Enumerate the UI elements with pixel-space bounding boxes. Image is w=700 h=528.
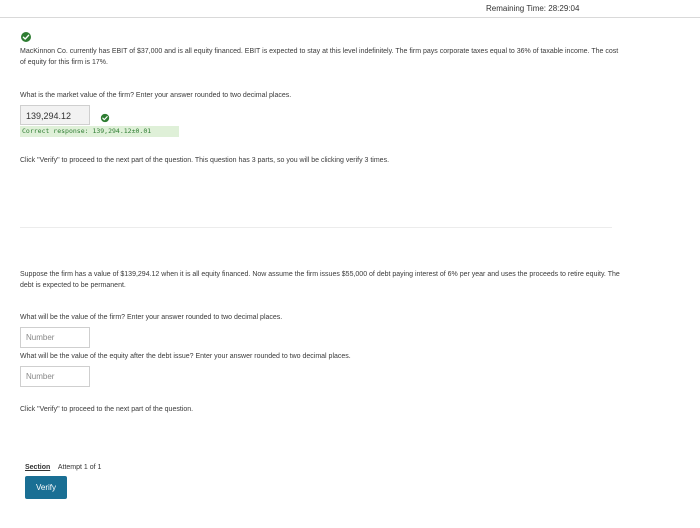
part1-instruction: Click "Verify" to proceed to the next pa… <box>20 157 390 164</box>
part2-instruction: Click "Verify" to proceed to the next pa… <box>20 406 194 413</box>
attempt-count: Attempt 1 of 1 <box>57 464 102 471</box>
equity-value-input[interactable] <box>20 366 90 387</box>
part1-question: What is the market value of the firm? En… <box>20 92 292 99</box>
correct-response-badge: Correct response: 139,294.12±0.01 <box>20 126 179 137</box>
section-divider <box>20 227 612 228</box>
firm-value-input[interactable] <box>20 327 90 348</box>
check-circle-icon <box>100 110 110 123</box>
part2-problem: Suppose the firm has a value of $139,294… <box>20 271 620 289</box>
part2-question-firm-value: What will be the value of the firm? Ente… <box>20 314 283 321</box>
part1-answer-field[interactable]: 139,294.12 <box>20 105 90 125</box>
attempt-info: Section Attempt 1 of 1 <box>25 464 101 471</box>
remaining-time: Remaining Time: 28:29:04 <box>486 4 580 13</box>
section-link[interactable]: Section <box>25 464 50 471</box>
top-bar: Remaining Time: 28:29:04 <box>0 0 700 18</box>
part2-question-equity-value: What will be the value of the equity aft… <box>20 353 351 360</box>
part1-problem: MacKinnon Co. currently has EBIT of $37,… <box>20 48 619 66</box>
check-circle-icon <box>20 30 32 42</box>
verify-button[interactable]: Verify <box>25 476 67 499</box>
